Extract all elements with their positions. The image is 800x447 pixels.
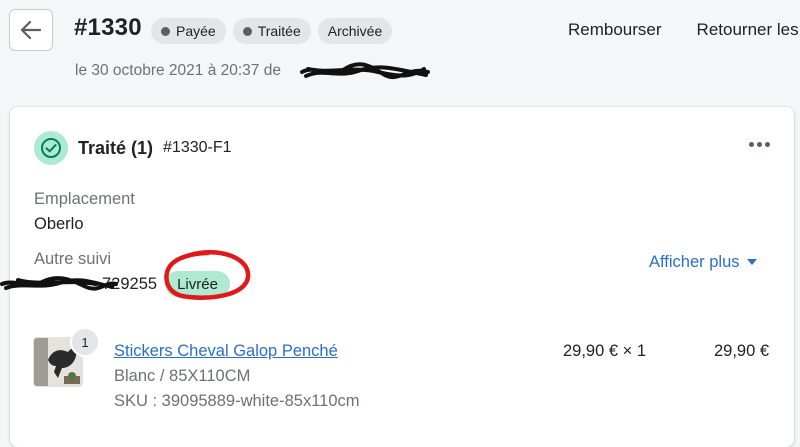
back-button[interactable] xyxy=(9,9,53,51)
order-date: le 30 octobre 2021 à 20:37 de xyxy=(75,62,281,79)
quantity-badge: 1 xyxy=(70,327,100,357)
order-number: #1330 xyxy=(74,14,142,41)
fulfillment-id: #1330-F1 xyxy=(163,139,232,156)
redaction-scribble xyxy=(0,276,118,291)
card-header: Traité (1) #1330-F1 xyxy=(34,131,232,165)
status-dot-icon xyxy=(161,26,170,36)
more-actions-icon[interactable] xyxy=(749,142,770,147)
location-label: Emplacement xyxy=(34,190,135,208)
check-circle-icon xyxy=(34,131,68,165)
show-more-link[interactable]: Afficher plus xyxy=(649,253,757,272)
location-value: Oberlo xyxy=(34,215,84,233)
product-name-link[interactable]: Stickers Cheval Galop Penché xyxy=(114,342,338,361)
order-badges: Payée Traitée Archivée xyxy=(151,18,393,44)
header-actions: Rembourser Retourner les xyxy=(568,20,799,40)
fulfillment-status-title: Traité (1) xyxy=(78,137,154,158)
refund-button[interactable]: Rembourser xyxy=(568,20,662,40)
return-button[interactable]: Retourner les xyxy=(697,20,799,40)
product-variant: Blanc / 85X110CM xyxy=(114,367,251,385)
fulfillment-card: Traité (1) #1330-F1 Emplacement Oberlo A… xyxy=(0,107,794,447)
product-sku: SKU : 39095889-white-85x110cm xyxy=(114,392,360,410)
tracking-label: Autre suivi xyxy=(34,250,112,268)
fulfillment-status-badge: Traitée xyxy=(232,18,311,44)
redaction-scribble xyxy=(300,62,430,80)
unit-price: 29,90 € × 1 xyxy=(563,342,647,360)
caret-down-icon xyxy=(746,259,757,265)
arrow-left-icon xyxy=(21,21,41,39)
archived-badge: Archivée xyxy=(317,18,393,44)
highlight-annotation-circle xyxy=(164,250,251,300)
line-total: 29,90 € xyxy=(714,342,770,360)
status-dot-icon xyxy=(242,26,252,36)
payment-status-badge: Payée xyxy=(151,18,226,44)
